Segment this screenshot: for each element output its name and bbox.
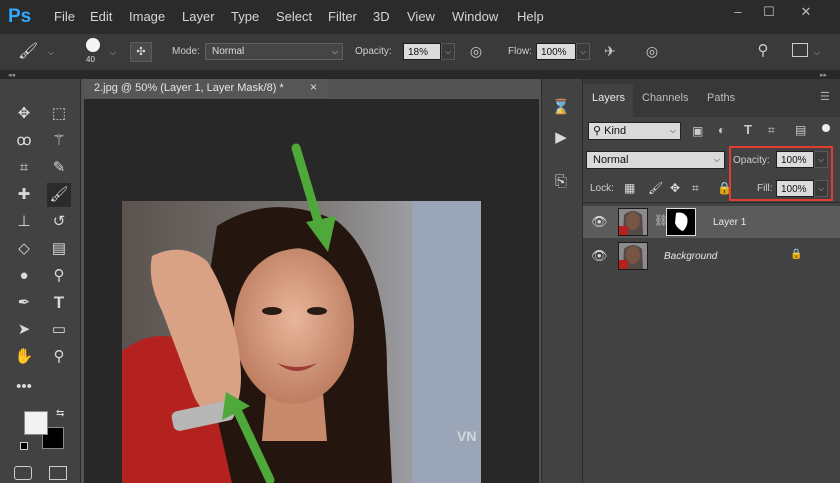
eye-icon[interactable]: 👁 (591, 214, 608, 230)
lock-icon: 🔒 (790, 249, 803, 260)
filter-kind-value: Kind (604, 125, 627, 137)
chevron-down-icon: ⌵ (669, 126, 676, 135)
filter-kind-select[interactable]: ⚲ Kind ⌵ (588, 122, 681, 140)
layer1-name[interactable]: Layer 1 (713, 217, 746, 228)
layer1-thumbnail-image (619, 209, 647, 235)
shape-filter-icon[interactable]: ⌗ (768, 123, 775, 138)
highlight-box (729, 146, 833, 201)
lock-position-icon[interactable]: ✥ (670, 181, 680, 195)
smart-object-filter-icon[interactable]: ▤ (795, 123, 806, 137)
layer-mask-image (667, 209, 695, 235)
adjustment-filter-icon[interactable]: ◐ (718, 123, 725, 137)
eye-icon[interactable]: 👁 (591, 248, 608, 264)
tab-channels[interactable]: Channels (642, 92, 688, 104)
layer-mask-thumbnail[interactable] (666, 208, 696, 236)
play-icon[interactable]: ▶ (549, 126, 573, 150)
filter-toggle-icon[interactable] (822, 124, 830, 132)
blend-mode-select[interactable]: Normal ⌵ (586, 151, 725, 169)
arrow-forehead (291, 143, 325, 233)
history-icon[interactable]: ⌛ (549, 96, 573, 120)
lock-artboard-icon[interactable]: ⌗ (692, 181, 699, 196)
pixel-filter-icon[interactable]: ▣ (692, 124, 703, 138)
arrow-head-forehead (306, 216, 336, 252)
background-thumbnail[interactable] (618, 242, 648, 270)
search-icon: ⚲ (593, 125, 605, 137)
type-filter-icon[interactable]: T (744, 122, 752, 137)
divider (583, 202, 840, 203)
glyphs-icon[interactable]: ⎘ (549, 170, 573, 194)
panel-menu-icon[interactable]: ☰ (820, 90, 830, 103)
tab-paths[interactable]: Paths (707, 92, 735, 104)
tab-layers[interactable]: Layers (592, 92, 625, 104)
arrow-wrist (233, 407, 275, 483)
background-layer-name[interactable]: Background (664, 251, 717, 262)
layer1-thumbnail[interactable] (618, 208, 648, 236)
background-thumbnail-image (619, 243, 647, 269)
lock-label: Lock: (590, 183, 614, 194)
lock-transparent-icon[interactable]: ▦ (624, 181, 635, 195)
blend-mode-value: Normal (593, 154, 629, 166)
lock-pixels-icon[interactable]: 🖌 (648, 181, 663, 195)
chevron-down-icon: ⌵ (713, 155, 720, 164)
